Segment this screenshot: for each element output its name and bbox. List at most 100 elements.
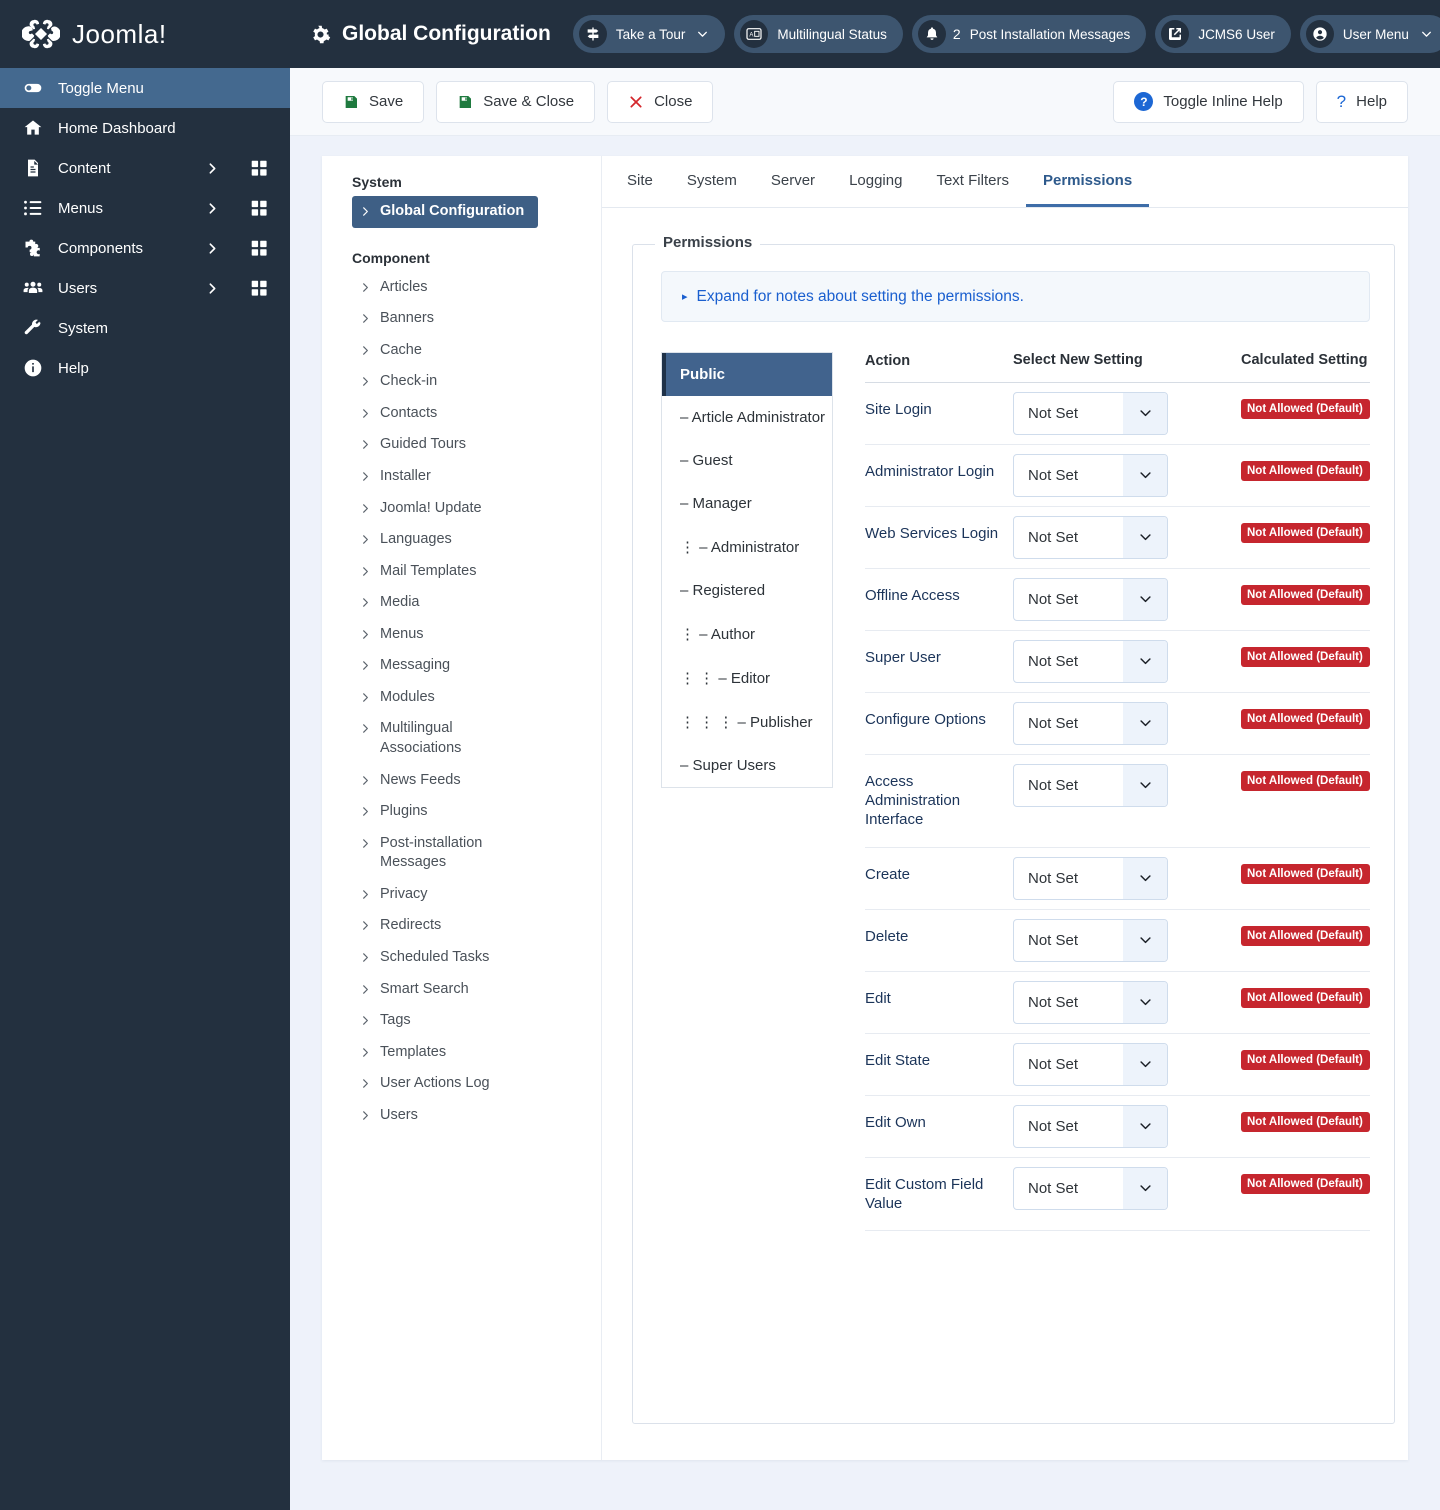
permission-setting-select[interactable]: Not Set	[1013, 516, 1168, 560]
nav-link-component[interactable]: Redirects	[352, 910, 538, 942]
nav-link-component[interactable]: Check-in	[352, 366, 538, 398]
chevron-right-icon[interactable]	[202, 282, 222, 295]
nav-link-component[interactable]: Mail Templates	[352, 556, 538, 588]
chevron-down-icon[interactable]	[1123, 1043, 1167, 1085]
chevron-down-icon[interactable]	[1123, 703, 1167, 745]
permission-setting-select[interactable]: Not Set	[1013, 702, 1168, 746]
chevron-down-icon[interactable]	[1123, 1105, 1167, 1147]
chevron-down-icon[interactable]	[1123, 393, 1167, 435]
nav-link-component[interactable]: Privacy	[352, 879, 538, 911]
chevron-right-icon	[360, 952, 371, 963]
user-group-item[interactable]: ⋮ ⋮ ⋮ – Publisher	[662, 700, 832, 744]
chevron-down-icon[interactable]	[1123, 981, 1167, 1023]
permission-setting-select[interactable]: Not Set	[1013, 1166, 1168, 1210]
chevron-down-icon[interactable]	[1123, 579, 1167, 621]
chevron-down-icon[interactable]	[1123, 1167, 1167, 1209]
grid-icon[interactable]	[246, 280, 272, 297]
permission-setting-select[interactable]: Not Set	[1013, 980, 1168, 1024]
permission-setting-select[interactable]: Not Set	[1013, 764, 1168, 808]
tab-server[interactable]: Server	[754, 157, 832, 207]
grid-icon[interactable]	[246, 160, 272, 177]
take-a-tour-button[interactable]: Take a Tour	[572, 15, 726, 53]
chevron-down-icon[interactable]	[1123, 641, 1167, 683]
nav-link-component[interactable]: Installer	[352, 461, 538, 493]
nav-link-component[interactable]: Banners	[352, 303, 538, 335]
user-group-item[interactable]: ⋮ – Author	[662, 612, 832, 656]
permissions-notes-link[interactable]: ▸ Expand for notes about setting the per…	[682, 288, 1024, 306]
nav-link-component[interactable]: Joomla! Update	[352, 493, 538, 525]
sidebar-item-content[interactable]: Content	[0, 148, 290, 188]
nav-link-component[interactable]: Languages	[352, 524, 538, 556]
permission-setting-select[interactable]: Not Set	[1013, 1042, 1168, 1086]
chevron-right-icon[interactable]	[202, 242, 222, 255]
nav-link-global-configuration[interactable]: Global Configuration	[352, 196, 538, 228]
brand-logo-block[interactable]: Joomla!	[0, 0, 290, 68]
permission-setting-select[interactable]: Not Set	[1013, 856, 1168, 900]
chevron-down-icon[interactable]	[1123, 517, 1167, 559]
jcms6-user-button[interactable]: JCMS6 User	[1155, 15, 1291, 53]
nav-link-component[interactable]: Scheduled Tasks	[352, 942, 538, 974]
user-group-item[interactable]: ⋮ – Administrator	[662, 525, 832, 569]
user-group-item[interactable]: – Registered	[662, 569, 832, 612]
save-and-close-button[interactable]: Save & Close	[436, 80, 596, 123]
chevron-down-icon[interactable]	[1123, 919, 1167, 961]
help-button[interactable]: ? Help	[1315, 80, 1408, 123]
save-button[interactable]: Save	[322, 80, 425, 123]
nav-link-component[interactable]: Media	[352, 587, 538, 619]
nav-link-component[interactable]: Guided Tours	[352, 429, 538, 461]
chevron-right-icon	[360, 376, 371, 387]
user-menu-button[interactable]: User Menu	[1299, 15, 1440, 53]
permission-setting-select[interactable]: Not Set	[1013, 392, 1168, 436]
sidebar-item-home-dashboard[interactable]: Home Dashboard	[0, 108, 290, 148]
tab-site[interactable]: Site	[610, 157, 670, 207]
nav-link-component[interactable]: Cache	[352, 335, 538, 367]
close-button[interactable]: Close	[607, 80, 714, 123]
nav-link-component[interactable]: Templates	[352, 1037, 538, 1069]
nav-link-component[interactable]: Plugins	[352, 796, 538, 828]
sidebar-item-components[interactable]: Components	[0, 228, 290, 268]
post-installation-messages-button[interactable]: 2 Post Installation Messages	[911, 15, 1147, 53]
sidebar-item-system[interactable]: System	[0, 308, 290, 348]
grid-icon[interactable]	[246, 200, 272, 217]
chevron-down-icon[interactable]	[1123, 857, 1167, 899]
permission-setting-select[interactable]: Not Set	[1013, 918, 1168, 962]
nav-link-component[interactable]: Post-installation Messages	[352, 828, 538, 879]
multilingual-status-button[interactable]: A Multilingual Status	[734, 15, 903, 53]
tab-system[interactable]: System	[670, 157, 754, 207]
nav-link-component[interactable]: News Feeds	[352, 765, 538, 797]
nav-link-component[interactable]: Smart Search	[352, 974, 538, 1006]
sidebar-item-users[interactable]: Users	[0, 268, 290, 308]
sidebar-item-toggle-menu[interactable]: Toggle Menu	[0, 68, 290, 108]
nav-link-component[interactable]: Multilingual Associations	[352, 713, 538, 764]
nav-link-component[interactable]: Articles	[352, 272, 538, 304]
tab-permissions[interactable]: Permissions	[1025, 157, 1150, 207]
permission-setting-select[interactable]: Not Set	[1013, 578, 1168, 622]
nav-link-component[interactable]: Menus	[352, 619, 538, 651]
sidebar-item-menus[interactable]: Menus	[0, 188, 290, 228]
permissions-notes-toggle[interactable]: ▸ Expand for notes about setting the per…	[661, 271, 1370, 322]
user-group-item[interactable]: – Manager	[662, 482, 832, 525]
sidebar-item-help[interactable]: Help	[0, 348, 290, 388]
nav-link-component[interactable]: Contacts	[352, 398, 538, 430]
user-group-item[interactable]: – Guest	[662, 439, 832, 482]
permission-setting-select[interactable]: Not Set	[1013, 640, 1168, 684]
user-group-item[interactable]: ⋮ ⋮ – Editor	[662, 656, 832, 700]
grid-icon[interactable]	[246, 240, 272, 257]
chevron-down-icon[interactable]	[1123, 765, 1167, 807]
permission-setting-select[interactable]: Not Set	[1013, 454, 1168, 498]
tab-logging[interactable]: Logging	[832, 157, 919, 207]
permission-setting-select[interactable]: Not Set	[1013, 1104, 1168, 1148]
user-group-item[interactable]: Public	[662, 352, 832, 396]
nav-link-component[interactable]: Messaging	[352, 650, 538, 682]
toggle-inline-help-button[interactable]: ? Toggle Inline Help	[1113, 80, 1304, 123]
nav-link-component[interactable]: Tags	[352, 1005, 538, 1037]
chevron-right-icon[interactable]	[202, 202, 222, 215]
nav-link-component[interactable]: Modules	[352, 682, 538, 714]
user-group-item[interactable]: – Article Administrator	[662, 396, 832, 439]
chevron-right-icon[interactable]	[202, 162, 222, 175]
tab-text-filters[interactable]: Text Filters	[919, 157, 1026, 207]
nav-link-component[interactable]: User Actions Log	[352, 1068, 538, 1100]
nav-link-component[interactable]: Users	[352, 1100, 538, 1132]
user-group-item[interactable]: – Super Users	[662, 744, 832, 787]
chevron-down-icon[interactable]	[1123, 455, 1167, 497]
